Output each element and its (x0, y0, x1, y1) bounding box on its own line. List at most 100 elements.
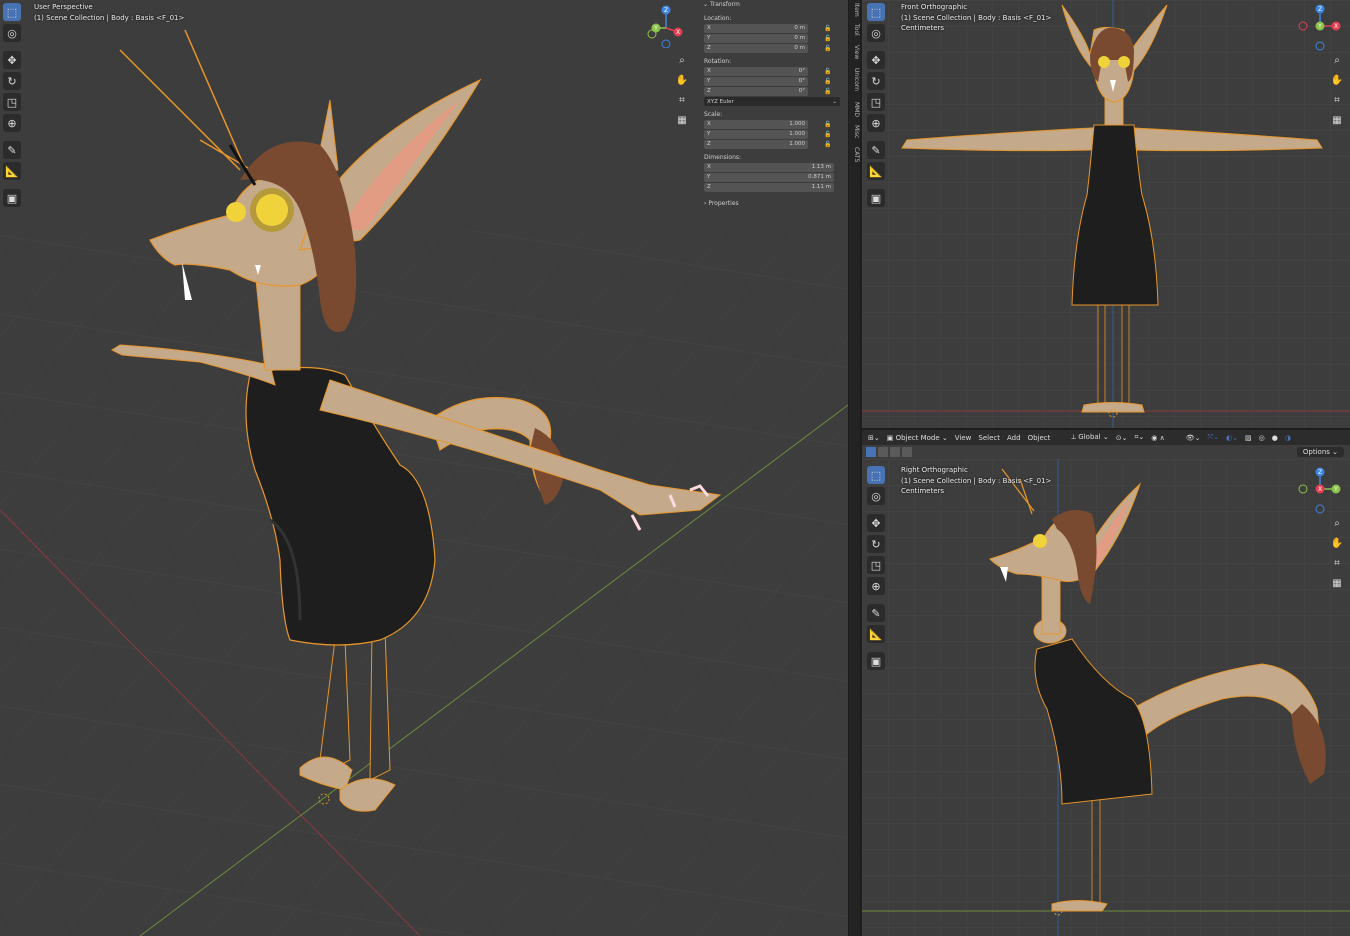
zoom-icon[interactable]: ⌕ (1329, 515, 1345, 531)
tab-cats[interactable]: CATS (849, 147, 860, 162)
shading-material-icon[interactable]: ◑ (1285, 434, 1291, 442)
visibility-icon[interactable]: 👁⌄ (1186, 434, 1201, 442)
transform-icon[interactable]: ⊕ (3, 114, 21, 132)
dimensions-z-row[interactable]: Z 1.11 m (704, 182, 845, 192)
main-nav-buttons: ⌕ ✋ ⌗ ▦ (674, 52, 690, 128)
dimensions-y-row[interactable]: Y 0.871 m (704, 172, 845, 182)
add-cube-icon[interactable]: ▣ (3, 189, 21, 207)
axis-label: Y (707, 35, 711, 41)
scale-z-value: 1.000 (789, 141, 805, 147)
menu-object[interactable]: Object (1028, 434, 1051, 442)
cursor-icon[interactable]: ◎ (867, 487, 885, 505)
axis-label: X (707, 121, 711, 127)
zoom-icon[interactable]: ⌕ (1329, 52, 1345, 68)
right-navigation-gizmo[interactable]: Z Y X (1298, 465, 1342, 515)
grid-icon[interactable]: ▦ (1329, 575, 1345, 591)
annotate-icon[interactable]: ✎ (867, 141, 885, 159)
location-z-row[interactable]: Z 0 m 🔓 (704, 43, 845, 53)
tab-misc[interactable]: Misc (849, 125, 860, 138)
shading-wireframe-icon[interactable]: ◎ (1259, 434, 1265, 442)
pivot-icon[interactable]: ⊙⌄ (1116, 434, 1128, 442)
grid-icon[interactable]: ▦ (674, 112, 690, 128)
rotation-z-row[interactable]: Z 0° 🔓 (704, 86, 845, 96)
select-invert-icon[interactable] (902, 447, 912, 457)
properties-subpanel[interactable]: › Properties (699, 200, 845, 208)
select-box-icon[interactable]: ⬚ (867, 3, 885, 21)
move-icon[interactable]: ✥ (867, 514, 885, 532)
move-icon[interactable]: ✥ (3, 51, 21, 69)
dimensions-x-row[interactable]: X 1.13 m (704, 162, 845, 172)
scale-x-row[interactable]: X 1.000 🔓 (704, 119, 845, 129)
orientation-dropdown[interactable]: ⟂ Global ⌄ (1071, 433, 1108, 442)
rotate-icon[interactable]: ↻ (867, 72, 885, 90)
gizmo-toggle-icon[interactable]: ⤧⌄ (1208, 433, 1219, 442)
rotate-icon[interactable]: ↻ (3, 72, 21, 90)
front-navigation-gizmo[interactable]: Z X Y (1298, 2, 1342, 52)
rotate-icon[interactable]: ↻ (867, 535, 885, 553)
pan-hand-icon[interactable]: ✋ (1329, 535, 1345, 551)
scale-icon[interactable]: ◳ (3, 93, 21, 111)
editor-type-icon[interactable]: ⊞⌄ (868, 434, 880, 442)
select-extend-icon[interactable] (878, 447, 888, 457)
tab-view[interactable]: View (849, 45, 860, 59)
lock-icon: 🔓 (824, 120, 832, 128)
select-new-icon[interactable] (866, 447, 876, 457)
transform-header[interactable]: ⌄ Transform (699, 0, 845, 10)
pan-hand-icon[interactable]: ✋ (1329, 72, 1345, 88)
menu-add[interactable]: Add (1007, 434, 1021, 442)
measure-icon[interactable]: 📐 (867, 625, 885, 643)
cursor-icon[interactable]: ◎ (3, 24, 21, 42)
zoom-icon[interactable]: ⌕ (674, 52, 690, 68)
add-cube-icon[interactable]: ▣ (867, 189, 885, 207)
right-viewport[interactable]: Right Orthographic (1) Scene Collection … (862, 459, 1350, 936)
menu-view[interactable]: View (955, 434, 972, 442)
transform-icon[interactable]: ⊕ (867, 577, 885, 595)
options-dropdown[interactable]: Options ⌄ (1296, 447, 1344, 457)
gizmo-y-label: Y (1333, 486, 1338, 493)
rotation-x-row[interactable]: X 0° 🔓 (704, 66, 845, 76)
gizmo-y-label: Y (1317, 23, 1322, 30)
proportional-edit-icon[interactable]: ◉ ∧ (1151, 434, 1164, 442)
measure-icon[interactable]: 📐 (867, 162, 885, 180)
snap-icon[interactable]: ⌗⌄ (1134, 433, 1144, 442)
annotate-icon[interactable]: ✎ (3, 141, 21, 159)
scale-z-row[interactable]: Z 1.000 🔓 (704, 139, 845, 149)
grid-icon[interactable]: ▦ (1329, 112, 1345, 128)
scale-icon[interactable]: ◳ (867, 556, 885, 574)
lock-icon: 🔓 (824, 87, 832, 95)
mode-dropdown[interactable]: ▣ Object Mode ⌄ (887, 434, 948, 442)
front-viewport[interactable]: Front Orthographic (1) Scene Collection … (862, 0, 1350, 428)
front-scene (862, 0, 1350, 428)
pan-hand-icon[interactable]: ✋ (674, 72, 690, 88)
scale-y-row[interactable]: Y 1.000 🔓 (704, 129, 845, 139)
scale-icon[interactable]: ◳ (867, 93, 885, 111)
select-box-icon[interactable]: ⬚ (3, 3, 21, 21)
location-y-row[interactable]: Y 0 m 🔓 (704, 33, 845, 43)
select-box-icon[interactable]: ⬚ (867, 466, 885, 484)
tab-mmd[interactable]: MMD (849, 102, 860, 117)
tab-unicorn[interactable]: Unicorn (849, 68, 860, 91)
location-x-row[interactable]: X 0 m 🔓 (704, 23, 845, 33)
navigation-gizmo[interactable]: Z X Y (646, 4, 686, 48)
menu-select[interactable]: Select (978, 434, 1000, 442)
axis-label: X (707, 68, 711, 74)
cursor-icon[interactable]: ◎ (867, 24, 885, 42)
move-icon[interactable]: ✥ (867, 51, 885, 69)
add-cube-icon[interactable]: ▣ (867, 652, 885, 670)
tab-tool[interactable]: Tool (849, 24, 860, 36)
tab-item[interactable]: Item (849, 3, 860, 17)
camera-icon[interactable]: ⌗ (674, 92, 690, 108)
camera-icon[interactable]: ⌗ (1329, 92, 1345, 108)
select-subtract-icon[interactable] (890, 447, 900, 457)
viewport-title: Right Orthographic (901, 466, 968, 474)
rotation-y-row[interactable]: Y 0° 🔓 (704, 76, 845, 86)
camera-icon[interactable]: ⌗ (1329, 555, 1345, 571)
overlay-toggle-icon[interactable]: ◐⌄ (1226, 434, 1238, 442)
viewport-units: Centimeters (901, 487, 945, 495)
shading-solid-icon[interactable]: ● (1272, 434, 1278, 442)
rotation-mode-dropdown[interactable]: XYZ Euler ⌄ (704, 97, 840, 106)
annotate-icon[interactable]: ✎ (867, 604, 885, 622)
xray-icon[interactable]: ▨ (1245, 434, 1252, 442)
measure-icon[interactable]: 📐 (3, 162, 21, 180)
transform-icon[interactable]: ⊕ (867, 114, 885, 132)
